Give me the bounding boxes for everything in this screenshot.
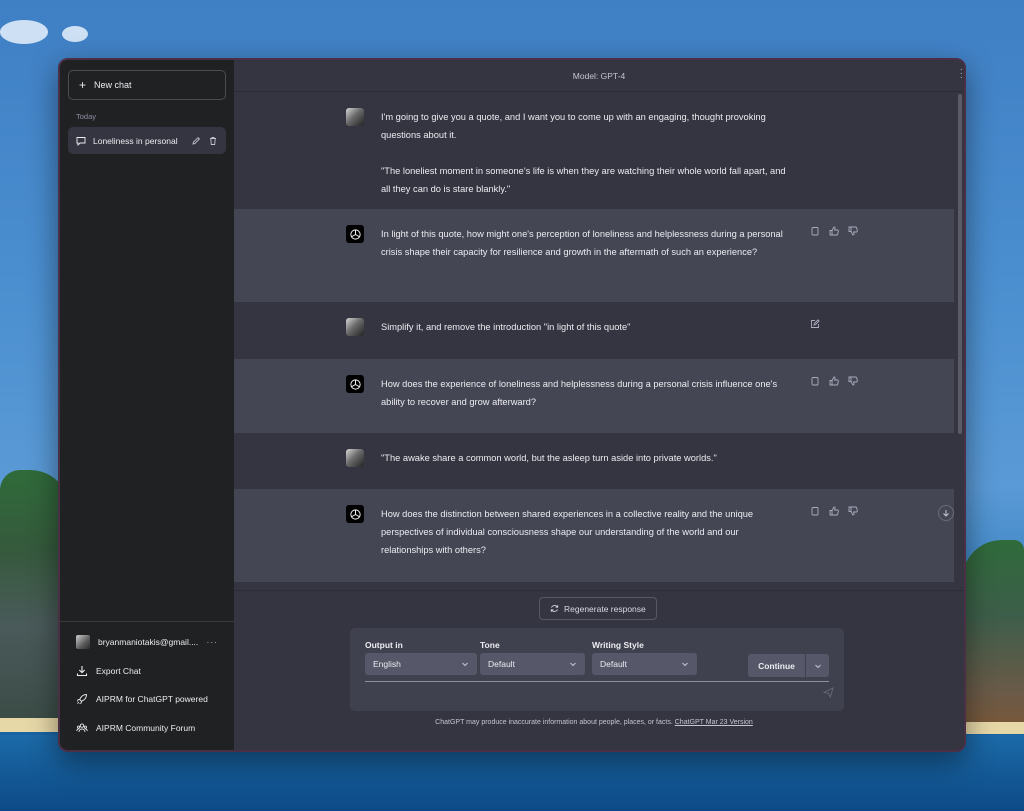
- cloud: [0, 20, 48, 44]
- new-chat-label: New chat: [94, 80, 132, 90]
- disclaimer: ChatGPT may produce inaccurate informati…: [234, 719, 954, 726]
- aiprm-powered-label: AIPRM for ChatGPT powered: [96, 694, 208, 705]
- thumbs-down-icon[interactable]: [848, 376, 858, 386]
- output-language-select[interactable]: English: [365, 653, 477, 675]
- message-text: I'm going to give you a quote, and I wan…: [381, 112, 786, 194]
- tone-field: Tone Default: [480, 640, 585, 675]
- message-text: In light of this quote, how might one's …: [381, 229, 786, 257]
- scrollbar[interactable]: [958, 94, 962, 434]
- sidebar: + New chat Today Loneliness in personal …: [60, 60, 234, 750]
- message-user: I'm going to give you a quote, and I wan…: [234, 92, 954, 209]
- prompt-box: Output in English Tone Default Writing S…: [350, 628, 844, 711]
- continue-options-button[interactable]: [806, 654, 829, 677]
- thumbs-down-icon[interactable]: [848, 226, 858, 236]
- tone-value: Default: [488, 659, 515, 669]
- conversation: I'm going to give you a quote, and I wan…: [234, 92, 954, 590]
- send-button[interactable]: [822, 685, 834, 703]
- prompt-input-line[interactable]: [365, 681, 829, 682]
- plus-icon: +: [79, 78, 87, 92]
- chevron-down-icon: [462, 662, 468, 667]
- message-actions: [810, 506, 858, 516]
- output-language-value: English: [373, 659, 401, 669]
- send-icon: [822, 687, 834, 699]
- continue-group: Continue: [748, 654, 829, 677]
- model-label: Model: GPT-4: [234, 60, 964, 92]
- output-language-label: Output in: [365, 640, 403, 650]
- regenerate-label: Regenerate response: [564, 603, 646, 614]
- thumbs-down-icon[interactable]: [848, 506, 858, 516]
- version-link[interactable]: ChatGPT Mar 23 Version: [675, 719, 753, 726]
- continue-button[interactable]: Continue: [748, 654, 806, 677]
- thumbs-up-icon[interactable]: [829, 376, 839, 386]
- refresh-icon: [550, 605, 559, 612]
- new-chat-button[interactable]: + New chat: [68, 70, 226, 100]
- tone-select[interactable]: Default: [480, 653, 585, 675]
- writing-style-label: Writing Style: [592, 640, 644, 650]
- aiprm-forum-link[interactable]: AIPRM Community Forum: [68, 714, 226, 743]
- chevron-down-icon: [814, 664, 821, 668]
- aiprm-powered-link[interactable]: AIPRM for ChatGPT powered: [68, 685, 226, 714]
- tone-label: Tone: [480, 640, 500, 650]
- message-actions: [810, 319, 820, 329]
- output-language-field: Output in English: [365, 640, 477, 675]
- chat-bubble-icon: [76, 136, 86, 146]
- writing-style-value: Default: [600, 659, 627, 669]
- message-user: "The awake share a common world, but the…: [234, 433, 954, 489]
- trash-icon[interactable]: [208, 136, 218, 146]
- aiprm-forum-label: AIPRM Community Forum: [96, 722, 196, 733]
- copy-icon[interactable]: [810, 376, 820, 386]
- writing-style-field: Writing Style Default: [592, 640, 697, 675]
- chat-history-label: Loneliness in personal: [93, 135, 178, 146]
- regenerate-response-button[interactable]: Regenerate response: [539, 597, 657, 620]
- pencil-icon[interactable]: [191, 136, 201, 146]
- message-text: Simplify it, and remove the introduction…: [381, 322, 631, 332]
- export-chat-button[interactable]: Export Chat: [68, 657, 226, 686]
- disclaimer-text: ChatGPT may produce inaccurate informati…: [435, 719, 673, 726]
- island-right: [962, 540, 1024, 730]
- message-actions: [810, 226, 858, 236]
- arrow-down-icon: [943, 510, 949, 517]
- avatar: [346, 108, 364, 126]
- message-text: "The awake share a common world, but the…: [381, 453, 717, 463]
- rocket-icon: [76, 693, 88, 705]
- beach-right: [962, 722, 1024, 734]
- prompt-options: Output in English Tone Default Writing S…: [365, 640, 829, 677]
- chevron-down-icon: [682, 662, 688, 667]
- community-icon: [76, 722, 88, 734]
- openai-logo-icon: [346, 505, 364, 523]
- app-window: + New chat Today Loneliness in personal …: [58, 58, 966, 752]
- scroll-to-bottom-button[interactable]: [938, 505, 954, 521]
- message-actions: [810, 376, 858, 386]
- section-label-today: Today: [76, 112, 97, 121]
- openai-logo-icon: [346, 225, 364, 243]
- download-icon: [76, 665, 88, 677]
- sidebar-footer: bryanmaniotakis@gmail.... ··· Export Cha…: [60, 621, 234, 750]
- avatar: [346, 449, 364, 467]
- message-assistant: In light of this quote, how might one's …: [234, 209, 954, 302]
- message-user: Simplify it, and remove the introduction…: [234, 302, 954, 359]
- more-options-icon[interactable]: ···: [207, 637, 219, 647]
- account-row[interactable]: bryanmaniotakis@gmail.... ···: [68, 628, 226, 657]
- copy-icon[interactable]: [810, 506, 820, 516]
- chat-main: Model: GPT-4 · · · I'm going to give you a…: [234, 60, 964, 750]
- avatar: [346, 318, 364, 336]
- message-text: How does the distinction between shared …: [381, 509, 756, 555]
- thumbs-up-icon[interactable]: [829, 226, 839, 236]
- chat-history-item[interactable]: Loneliness in personal: [68, 127, 226, 154]
- thumbs-up-icon[interactable]: [829, 506, 839, 516]
- edit-icon[interactable]: [810, 319, 820, 329]
- chevron-down-icon: [570, 662, 576, 667]
- message-text: How does the experience of loneliness an…: [381, 379, 780, 407]
- message-assistant: How does the experience of loneliness an…: [234, 359, 954, 433]
- composer-area: Regenerate response Output in English To…: [234, 590, 964, 750]
- account-email: bryanmaniotakis@gmail....: [98, 637, 199, 648]
- writing-style-select[interactable]: Default: [592, 653, 697, 675]
- message-assistant: How does the distinction between shared …: [234, 489, 954, 582]
- export-chat-label: Export Chat: [96, 665, 141, 676]
- cloud: [62, 26, 88, 42]
- openai-logo-icon: [346, 375, 364, 393]
- window-menu-icon[interactable]: · · ·: [960, 65, 963, 83]
- avatar: [76, 635, 90, 650]
- copy-icon[interactable]: [810, 226, 820, 236]
